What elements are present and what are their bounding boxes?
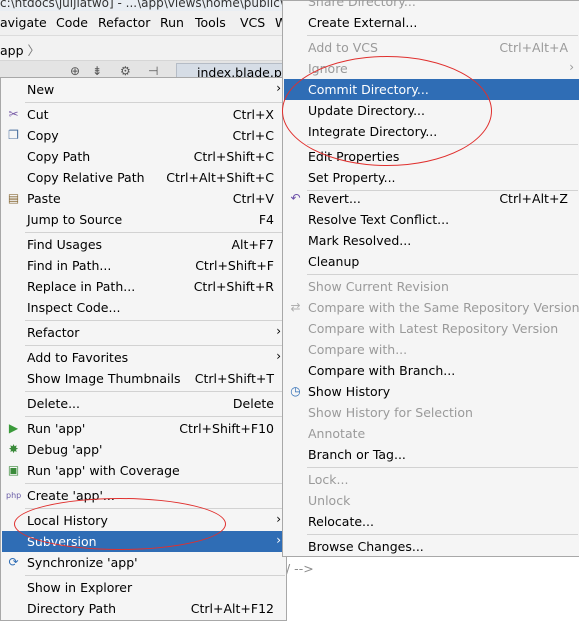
menu-item-branch-or-tag[interactable]: Branch or Tag...: [284, 444, 579, 465]
menu-item-create-external[interactable]: Create External...: [284, 12, 579, 33]
chevron-right-icon: 〉: [27, 43, 41, 58]
hide-icon[interactable]: ⊣: [148, 64, 158, 78]
submenu-arrow-icon: ›: [569, 60, 574, 74]
menu-refactor[interactable]: Refactor: [98, 15, 150, 30]
sync-icon: ⟳: [8, 555, 19, 569]
menu-item-copy-path[interactable]: Copy Path Ctrl+Shift+C: [2, 146, 286, 167]
menu-item-annotate[interactable]: Annotate: [284, 423, 579, 444]
gear-icon[interactable]: ⚙: [120, 64, 131, 78]
menu-item-copy[interactable]: ❐ Copy Ctrl+C: [2, 125, 286, 146]
menu-item-inspect-code[interactable]: Inspect Code...: [2, 297, 286, 318]
menu-item-find-usages[interactable]: Find Usages Alt+F7: [2, 234, 286, 255]
menu-run[interactable]: Run: [160, 15, 184, 30]
revert-icon: ↶: [290, 191, 301, 205]
menu-item-add-to-vcs[interactable]: Add to VCS Ctrl+Alt+A: [284, 37, 579, 58]
menu-item-synchronize-app[interactable]: ⟳ Synchronize 'app': [2, 552, 286, 573]
breadcrumb-label: app: [0, 43, 24, 58]
menu-item-jump-to-source[interactable]: Jump to Source F4: [2, 209, 286, 230]
scissors-icon: ✂: [8, 107, 19, 121]
menu-item-show-image-thumbnails[interactable]: Show Image Thumbnails Ctrl+Shift+T: [2, 368, 286, 389]
menu-item-relocate[interactable]: Relocate...: [284, 511, 579, 532]
menu-item-find-in-path[interactable]: Find in Path... Ctrl+Shift+F: [2, 255, 286, 276]
debug-icon: ✸: [8, 442, 19, 456]
php-icon: php: [6, 491, 22, 500]
menu-item-cleanup[interactable]: Cleanup: [284, 251, 579, 272]
menu-item-share-directory[interactable]: Share Directory...: [284, 0, 579, 12]
submenu-arrow-icon: ›: [276, 324, 281, 338]
submenu-arrow-icon: ›: [276, 349, 281, 363]
run-icon: ▶: [8, 421, 19, 435]
submenu-arrow-icon: ›: [276, 533, 281, 547]
separator: [25, 483, 285, 484]
menu-item-browse-changes[interactable]: Browse Changes...: [284, 536, 579, 557]
menu-item-unlock[interactable]: Unlock: [284, 490, 579, 511]
menu-tools[interactable]: Tools: [195, 15, 226, 30]
separator: [307, 35, 578, 36]
menu-item-add-to-favorites[interactable]: Add to Favorites ›: [2, 347, 286, 368]
menu-item-run-app[interactable]: ▶ Run 'app' Ctrl+Shift+F10: [2, 418, 286, 439]
menu-item-compare-same-repo-version[interactable]: ⇄ Compare with the Same Repository Versio…: [284, 297, 579, 318]
collapse-icon[interactable]: ⇟: [92, 64, 102, 78]
separator: [25, 416, 285, 417]
menu-item-show-current-revision[interactable]: Show Current Revision: [284, 276, 579, 297]
menu-item-paste[interactable]: ▤ Paste Ctrl+V: [2, 188, 286, 209]
locate-icon[interactable]: ⊕: [70, 64, 80, 78]
separator: [25, 391, 285, 392]
separator: [307, 534, 578, 535]
menu-item-compare-with-branch[interactable]: Compare with Branch...: [284, 360, 579, 381]
compare-icon: ⇄: [290, 300, 301, 314]
menu-item-delete[interactable]: Delete... Delete: [2, 393, 286, 414]
menu-item-directory-path[interactable]: Directory Path Ctrl+Alt+F12: [2, 598, 286, 619]
copy-icon: ❐: [8, 128, 19, 142]
annotation-oval-subversion: [14, 498, 226, 550]
window-title: c:\htdocs\juijiatwo] - ...\app\views\hom…: [0, 0, 292, 10]
submenu-arrow-icon: ›: [276, 512, 281, 526]
paste-icon: ▤: [7, 191, 20, 205]
menu-item-compare-latest-repo-version[interactable]: Compare with Latest Repository Version: [284, 318, 579, 339]
annotation-oval-commit-group: [282, 56, 492, 166]
menu-item-show-in-explorer[interactable]: Show in Explorer: [2, 577, 286, 598]
menu-item-mark-resolved[interactable]: Mark Resolved...: [284, 230, 579, 251]
separator: [307, 274, 578, 275]
menu-item-revert[interactable]: ↶ Revert... Ctrl+Alt+Z: [284, 188, 579, 209]
menu-item-lock[interactable]: Lock...: [284, 469, 579, 490]
menu-code[interactable]: Code: [56, 15, 88, 30]
menu-item-replace-in-path[interactable]: Replace in Path... Ctrl+Shift+R: [2, 276, 286, 297]
menu-item-set-property[interactable]: Set Property...: [284, 167, 579, 188]
menu-item-run-with-coverage[interactable]: ▣ Run 'app' with Coverage: [2, 460, 286, 481]
separator: [25, 320, 285, 321]
separator: [25, 102, 285, 103]
menu-item-show-history-for-selection[interactable]: Show History for Selection: [284, 402, 579, 423]
separator: [25, 345, 285, 346]
menu-item-compare-with[interactable]: Compare with...: [284, 339, 579, 360]
menu-item-resolve-text-conflict[interactable]: Resolve Text Conflict...: [284, 209, 579, 230]
breadcrumb-app[interactable]: app 〉: [0, 40, 40, 59]
menu-item-show-history[interactable]: ◷ Show History: [284, 381, 579, 402]
menu-item-new[interactable]: New ›: [2, 79, 286, 100]
menu-navigate[interactable]: avigate: [0, 15, 47, 30]
history-icon: ◷: [290, 384, 301, 398]
menu-item-cut[interactable]: ✂ Cut Ctrl+X: [2, 104, 286, 125]
separator: [307, 467, 578, 468]
menu-item-copy-relative-path[interactable]: Copy Relative Path Ctrl+Alt+Shift+C: [2, 167, 286, 188]
editor-code-line: / -->: [286, 561, 314, 576]
menu-vcs[interactable]: VCS: [240, 15, 265, 30]
menu-item-debug-app[interactable]: ✸ Debug 'app': [2, 439, 286, 460]
menu-item-refactor[interactable]: Refactor ›: [2, 322, 286, 343]
separator: [25, 575, 285, 576]
separator: [25, 232, 285, 233]
submenu-arrow-icon: ›: [276, 81, 281, 95]
coverage-icon: ▣: [7, 463, 20, 477]
